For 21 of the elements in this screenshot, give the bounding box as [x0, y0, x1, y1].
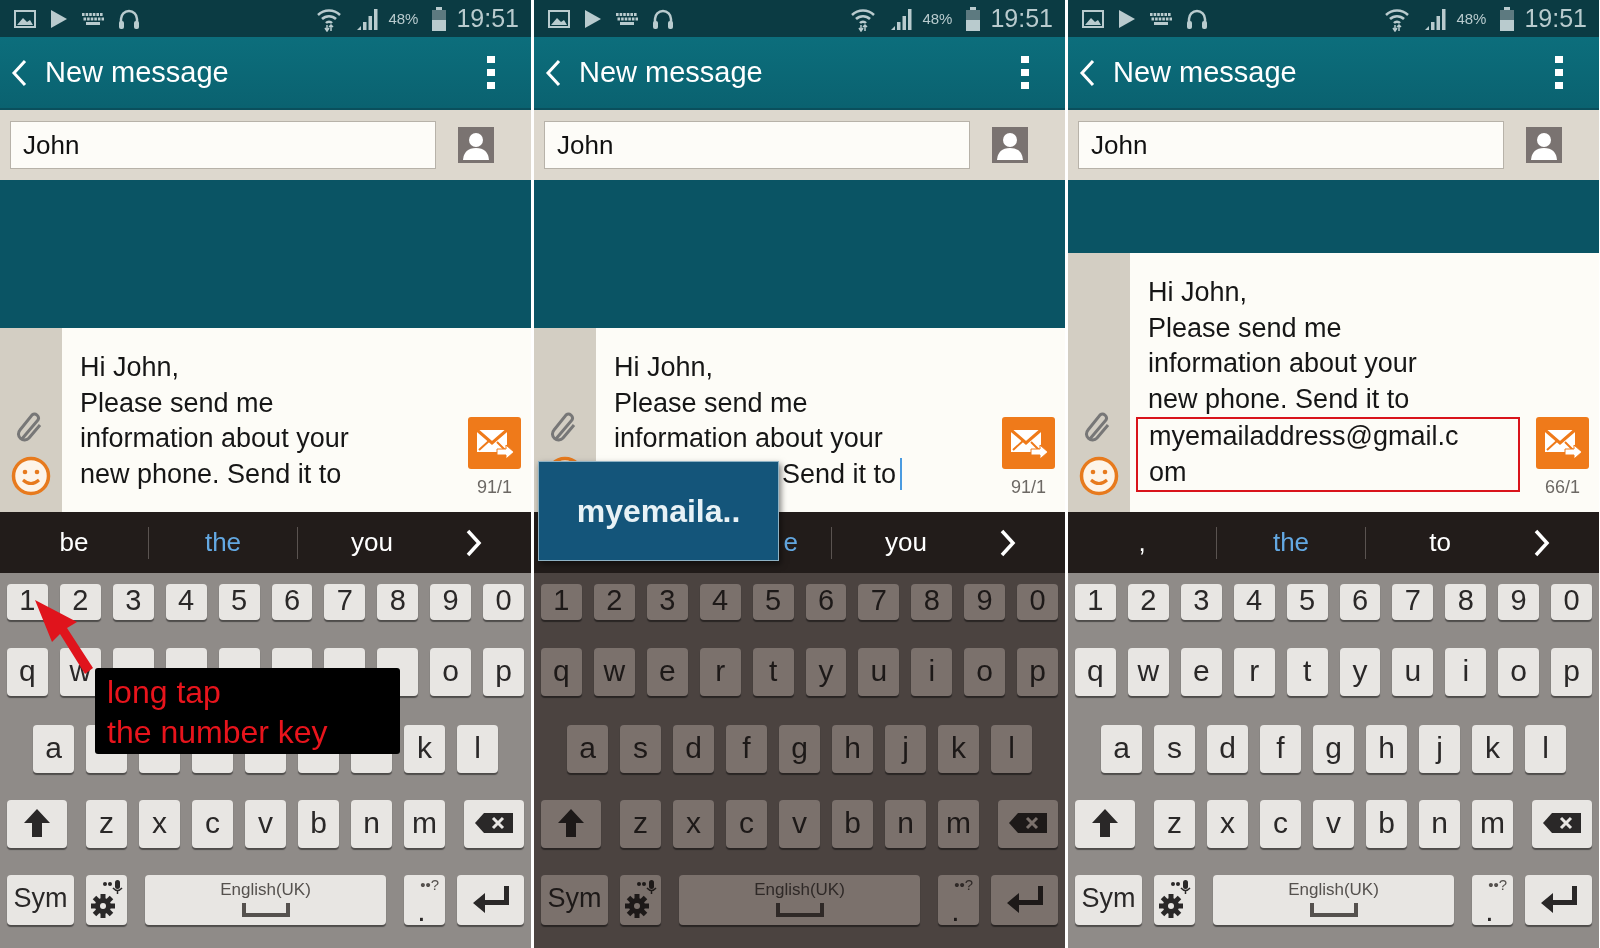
character-counter: 91/1: [1010, 477, 1046, 498]
preview-tooltip: myemaila..: [538, 461, 779, 561]
character-counter: 66/1: [1544, 477, 1580, 498]
annotation-tooltip: long tap the number key: [95, 668, 400, 754]
key-label: .: [417, 896, 426, 926]
clock: 19:51: [990, 4, 1053, 33]
screen-title: New message: [45, 56, 230, 89]
key-label: .: [1485, 896, 1494, 926]
battery-percent: 48%: [388, 10, 419, 27]
battery-percent: 48%: [922, 10, 953, 27]
clock: 19:51: [1524, 4, 1587, 33]
key-label: .: [951, 896, 960, 926]
character-counter: 91/1: [476, 477, 512, 498]
highlighted-text: myemailaddress@gmail.c om: [1136, 417, 1520, 492]
key-hint: ••?: [1488, 877, 1507, 892]
screen-title: New message: [579, 56, 764, 89]
key-hint: ••?: [954, 877, 973, 892]
battery-percent: 48%: [1456, 10, 1487, 27]
key-hint: ••?: [420, 877, 439, 892]
screen-title: New message: [1113, 56, 1298, 89]
clock: 19:51: [456, 4, 519, 33]
